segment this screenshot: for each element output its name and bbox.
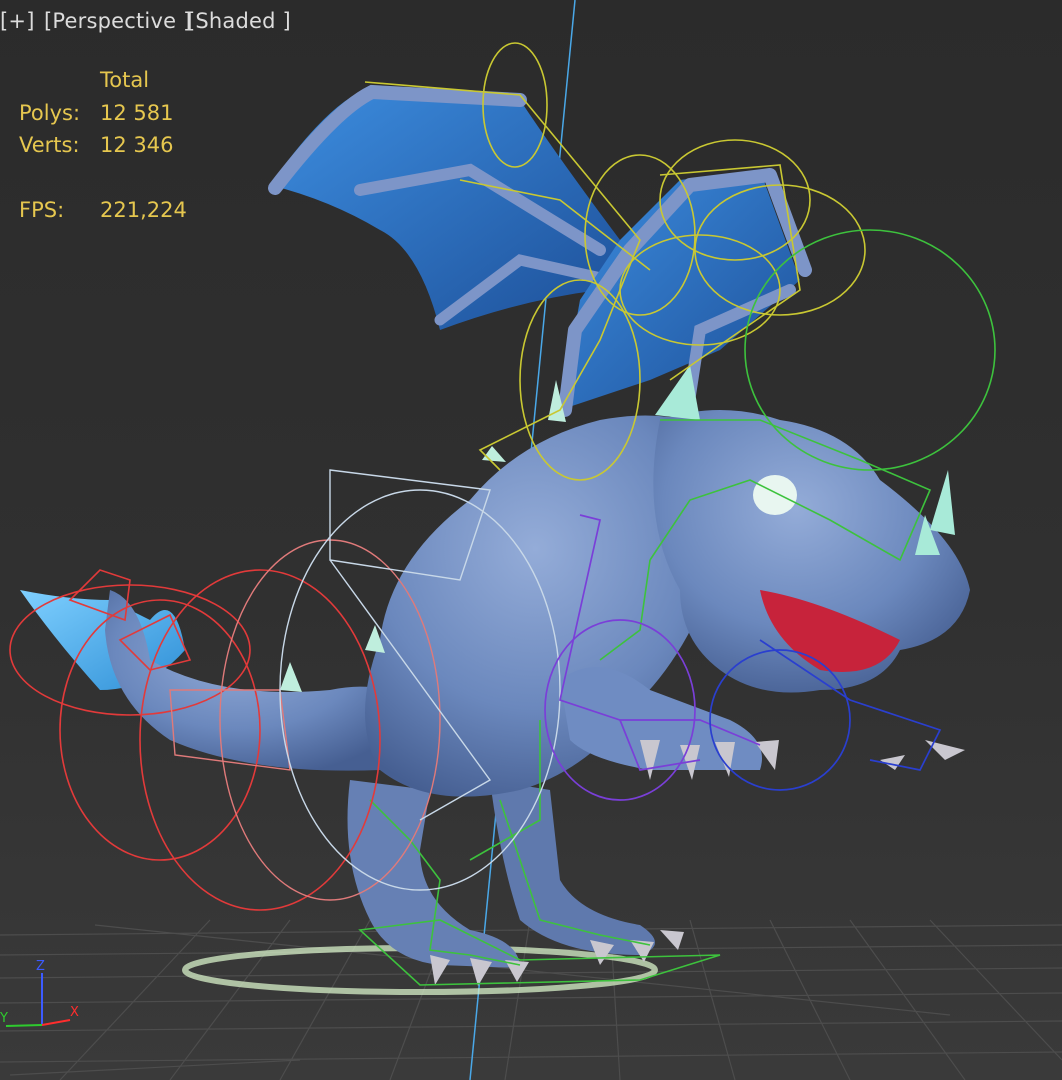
ground-grid xyxy=(0,919,1062,1080)
stats-polys-label: Polys: xyxy=(19,101,81,125)
dragon-horn xyxy=(930,470,955,535)
perspective-viewport[interactable]: Z Y X [+] [Perspective ] [Shaded ] Total… xyxy=(0,0,1062,1080)
dragon-head xyxy=(653,365,970,693)
viewport-plus-menu[interactable]: [+] xyxy=(0,6,35,36)
dragon-eye xyxy=(753,475,797,515)
dragon-near-wing xyxy=(558,168,812,417)
axis-z-label: Z xyxy=(36,959,45,974)
stats-verts-value: 12 346 xyxy=(100,133,174,157)
viewport-view-menu[interactable]: [Perspective ] xyxy=(44,6,191,36)
viewport-shading-menu[interactable]: [Shaded ] xyxy=(187,6,291,36)
axis-y-label: Y xyxy=(0,1011,8,1026)
stats-fps-value: 221,224 xyxy=(100,198,187,222)
stats-polys-value: 12 581 xyxy=(100,101,174,125)
axis-gizmo: Z Y X xyxy=(0,959,79,1027)
axis-x-label: X xyxy=(70,1005,79,1020)
scene-canvas[interactable]: Z Y X xyxy=(0,0,1062,1080)
stats-fps-label: FPS: xyxy=(19,198,65,222)
stats-total-header: Total xyxy=(100,68,150,92)
dragon-far-wing xyxy=(268,84,620,330)
stats-verts-label: Verts: xyxy=(19,133,80,157)
